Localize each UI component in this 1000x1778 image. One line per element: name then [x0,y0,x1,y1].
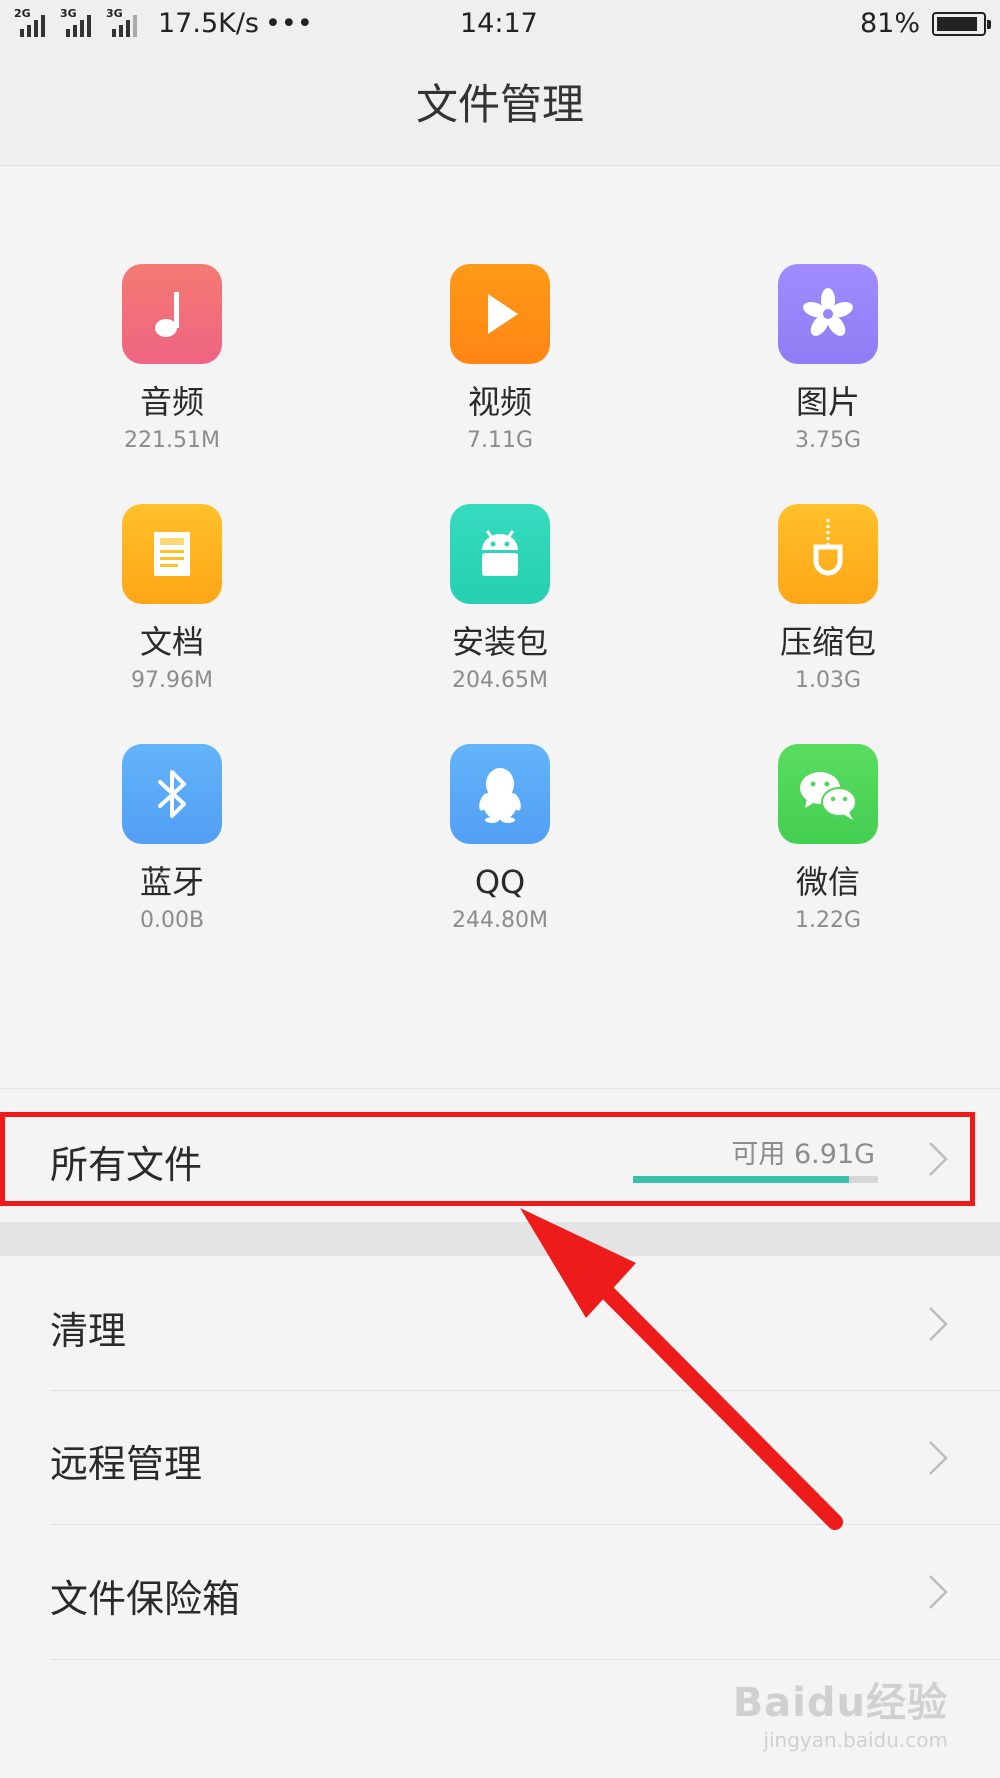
zip-icon [778,504,878,604]
menu-item-clean[interactable]: 清理 [0,1256,1000,1391]
category-size: 3.75G [794,428,862,453]
battery-icon [932,11,991,36]
category-grid: 音频 221.51M 视频 7.11G 图片 3.75G 文档 97.96M 安… [0,166,1000,1086]
signal-icon: 2G [14,7,54,39]
category-size: 0.00B [139,908,205,933]
storage-progress-bar [633,1176,878,1183]
category-documents[interactable]: 文档 97.96M [62,504,282,696]
battery-percent: 81% [859,8,920,39]
section-gap [0,1222,1000,1256]
chevron-right-icon [929,1575,948,1609]
all-files-label: 所有文件 [50,1143,203,1187]
wechat-icon [778,744,878,844]
bluetooth-icon [122,744,222,844]
menu-item-label: 文件保险箱 [50,1577,241,1621]
signal-icon: 3G [106,7,146,39]
divider [50,1659,1000,1660]
category-archives[interactable]: 压缩包 1.03G [718,504,938,696]
category-video[interactable]: 视频 7.11G [390,264,610,456]
menu-item-label: 远程管理 [50,1442,203,1486]
category-name: 音频 [139,383,204,421]
available-storage: 可用 6.91G [731,1139,875,1170]
category-size: 1.03G [794,668,862,693]
page-title: 文件管理 [415,80,584,129]
category-size: 204.65M [452,668,548,693]
menu-item-label: 清理 [50,1309,127,1353]
play-icon [450,264,550,364]
chevron-right-icon [929,1307,948,1341]
category-name: 视频 [467,383,532,421]
signal-icon: 3G [60,7,100,39]
status-bar: 2G 3G 3G 17.5K/s ••• 14:17 81% [0,0,1000,50]
flower-icon [778,264,878,364]
watermark-brand: Baidu经验 [732,1680,948,1726]
more-notifications-icon: ••• [265,8,313,39]
category-bluetooth[interactable]: 蓝牙 0.00B [62,744,282,936]
category-size: 97.96M [131,668,213,693]
watermark-logo: Baidu经验 jingyan.baidu.com [733,1670,948,1752]
category-qq[interactable]: QQ 244.80M [390,744,610,936]
category-size: 7.11G [466,428,534,453]
category-size: 1.22G [794,908,862,933]
divider [0,1088,1000,1089]
category-name: QQ [474,863,526,901]
title-bar: 文件管理 [0,50,1000,166]
category-size: 221.51M [124,428,220,453]
category-name: 图片 [795,383,860,421]
category-name: 蓝牙 [139,863,204,901]
category-name: 微信 [795,863,860,901]
watermark-url: jingyan.baidu.com [763,1728,948,1752]
category-wechat[interactable]: 微信 1.22G [718,744,938,936]
menu-item-remote[interactable]: 远程管理 [0,1391,1000,1525]
music-note-icon [122,264,222,364]
category-name: 压缩包 [779,623,876,661]
menu-item-vault[interactable]: 文件保险箱 [0,1525,1000,1660]
document-icon [122,504,222,604]
android-icon [450,504,550,604]
category-name: 安装包 [451,623,548,661]
category-images[interactable]: 图片 3.75G [718,264,938,456]
clock: 14:17 [460,8,538,39]
network-speed: 17.5K/s [158,8,259,39]
chevron-right-icon [929,1142,948,1176]
category-audio[interactable]: 音频 221.51M [62,264,282,456]
category-apk[interactable]: 安装包 204.65M [390,504,610,696]
chevron-right-icon [929,1441,948,1475]
qq-penguin-icon [450,744,550,844]
category-name: 文档 [139,623,204,661]
category-size: 244.80M [452,908,548,933]
all-files-row[interactable]: 所有文件 可用 6.91G [0,1112,1000,1206]
storage-used-fill [633,1176,849,1183]
